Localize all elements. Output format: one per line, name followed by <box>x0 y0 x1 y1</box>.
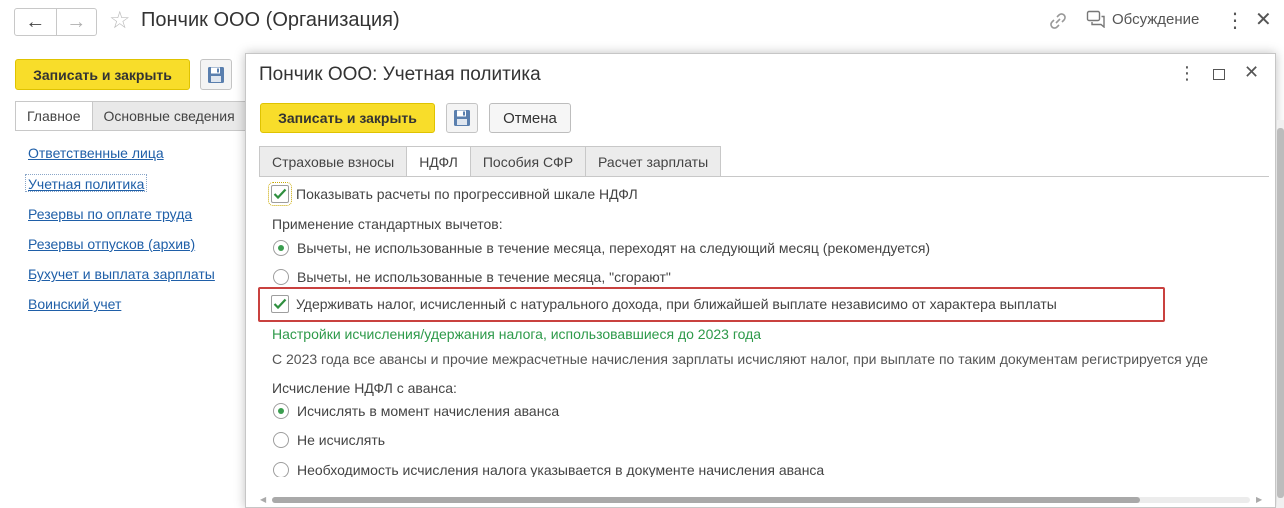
link-responsible-persons[interactable]: Ответственные лица <box>28 144 215 174</box>
advance-option-label: Необходимость исчисления налога указывае… <box>297 462 825 477</box>
save-and-close-button[interactable]: Записать и закрыть <box>15 59 190 90</box>
star-icon[interactable]: ☆ <box>109 8 131 34</box>
back-arrow-icon[interactable]: ← <box>15 9 56 35</box>
ndfl-settings-panel: Показывать расчеты по прогрессивной шкал… <box>246 177 1275 477</box>
more-options-icon[interactable]: ⋮ <box>1225 8 1245 34</box>
floppy-disk-icon <box>208 66 224 83</box>
deductions-option-label: Вычеты, не использованные в течение меся… <box>297 269 671 285</box>
link-military-records[interactable]: Воинский учет <box>28 295 215 325</box>
info-text: С 2023 года все авансы и прочие межрасче… <box>272 351 1209 367</box>
radio-button[interactable] <box>273 432 289 448</box>
vertical-scrollbar[interactable] <box>1277 120 1284 508</box>
tab-basic-info[interactable]: Основные сведения <box>92 101 247 131</box>
tab-payroll-calculation[interactable]: Расчет зарплаты <box>586 146 722 177</box>
maximize-icon[interactable] <box>1213 69 1225 80</box>
tab-sfr-benefits[interactable]: Пособия СФР <box>470 146 587 177</box>
deductions-option-carry-over[interactable]: Вычеты, не использованные в течение меся… <box>273 240 930 256</box>
tab-main[interactable]: Главное <box>15 101 93 131</box>
dialog-save-and-close-button[interactable]: Записать и закрыть <box>260 103 435 133</box>
link-vacation-reserves[interactable]: Резервы отпусков (архив) <box>28 235 215 265</box>
chat-icon <box>1086 10 1105 28</box>
progressive-scale-label: Показывать расчеты по прогрессивной шкал… <box>296 186 638 202</box>
discussion-label: Обсуждение <box>1112 10 1200 28</box>
vertical-scrollbar-thumb[interactable] <box>1277 128 1284 498</box>
forward-arrow-icon[interactable]: → <box>55 9 97 35</box>
discussion-button[interactable]: Обсуждение <box>1086 10 1199 28</box>
progressive-scale-checkbox[interactable] <box>268 182 292 206</box>
tab-insurance-contributions[interactable]: Страховые взносы <box>259 146 408 177</box>
deductions-heading: Применение стандартных вычетов: <box>272 216 503 232</box>
progressive-scale-option[interactable]: Показывать расчеты по прогрессивной шкал… <box>268 182 638 206</box>
sidebar-links: Ответственные лица Учетная политика Резе… <box>25 144 215 326</box>
tab-ndfl[interactable]: НДФЛ <box>407 146 471 177</box>
advance-heading: Исчисление НДФЛ с аванса: <box>272 380 457 396</box>
scroll-left-icon[interactable]: ◀ <box>260 495 266 505</box>
dialog-title: Пончик ООО: Учетная политика <box>259 64 541 85</box>
page-title: Пончик ООО (Организация) <box>141 9 400 31</box>
scroll-right-icon[interactable]: ▶ <box>1256 495 1262 505</box>
tab-divider <box>15 130 247 131</box>
radio-button[interactable] <box>273 462 289 477</box>
advance-option-label: Не исчислять <box>297 432 386 448</box>
floppy-disk-icon <box>454 110 470 126</box>
main-tabs: Главное Основные сведения <box>15 101 247 131</box>
accounting-policy-dialog: Пончик ООО: Учетная политика ⋮ ✕ Записат… <box>245 53 1276 508</box>
navigation-buttons: ← → <box>14 8 97 36</box>
link-accounting-payroll[interactable]: Бухучет и выплата зарплаты <box>28 265 215 295</box>
deductions-option-burn[interactable]: Вычеты, не использованные в течение меся… <box>273 269 671 285</box>
radio-button[interactable] <box>273 269 289 285</box>
advance-option-in-document[interactable]: Необходимость исчисления налога указывае… <box>273 462 824 477</box>
dialog-tabs: Страховые взносы НДФЛ Пособия СФР Расчет… <box>259 146 722 177</box>
link-payroll-reserves[interactable]: Резервы по оплате труда <box>28 205 215 235</box>
cancel-button[interactable]: Отмена <box>489 103 571 133</box>
radio-button-selected[interactable] <box>273 240 289 256</box>
withhold-tax-checkbox[interactable] <box>271 295 289 313</box>
dialog-save-button[interactable] <box>446 103 478 133</box>
horizontal-scrollbar[interactable]: ◀ ▶ <box>260 495 1264 504</box>
link-accounting-policy[interactable]: Учетная политика <box>25 174 148 193</box>
checkmark-icon <box>273 298 287 310</box>
legacy-settings-link[interactable]: Настройки исчисления/удержания налога, и… <box>272 326 761 342</box>
withhold-tax-label: Удерживать налог, исчисленный с натураль… <box>296 296 1057 312</box>
main-window-header: ← → ☆ Пончик ООО (Организация) Обсуждени… <box>0 0 1284 44</box>
checkmark-icon <box>273 188 287 200</box>
withhold-tax-option[interactable]: Удерживать налог, исчисленный с натураль… <box>271 295 1057 313</box>
scrollbar-thumb[interactable] <box>272 497 1140 503</box>
deductions-option-label: Вычеты, не использованные в течение меся… <box>297 240 931 256</box>
advance-option-calculate[interactable]: Исчислять в момент начисления аванса <box>273 403 559 419</box>
advance-option-none[interactable]: Не исчислять <box>273 432 385 448</box>
dialog-more-icon[interactable]: ⋮ <box>1178 63 1196 84</box>
advance-option-label: Исчислять в момент начисления аванса <box>297 403 560 419</box>
save-button[interactable] <box>200 59 232 90</box>
close-icon[interactable]: ✕ <box>1255 7 1272 33</box>
dialog-close-icon[interactable]: ✕ <box>1244 62 1259 83</box>
radio-button-selected[interactable] <box>273 403 289 419</box>
link-icon[interactable] <box>1047 10 1069 32</box>
